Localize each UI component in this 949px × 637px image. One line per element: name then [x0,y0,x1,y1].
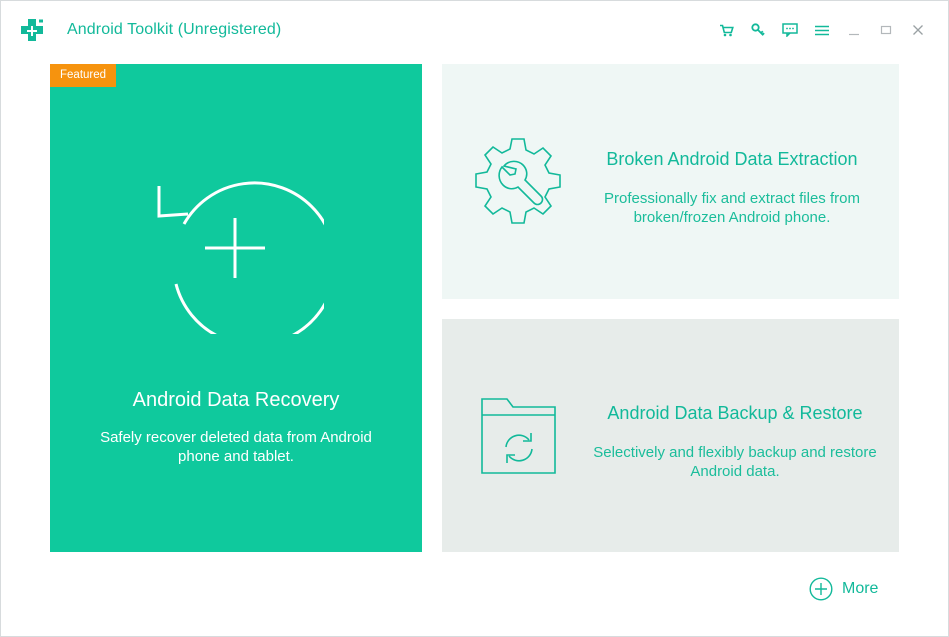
extraction-title: Broken Android Data Extraction [606,149,858,169]
maximize-icon [880,25,892,35]
folder-sync-icon [481,398,556,474]
more-label: More [842,580,879,597]
cart-button[interactable] [710,19,742,41]
close-button[interactable] [902,19,934,41]
feedback-button[interactable] [774,19,806,41]
key-icon [751,23,765,36]
data-backup-restore-card[interactable]: Android Data Backup & Restore Selectivel… [442,319,899,552]
android-data-recovery-card[interactable]: Featured Android Data Recovery Safely re… [50,64,422,552]
register-key-button[interactable] [742,19,774,41]
cart-icon [719,24,734,36]
menu-button[interactable] [806,19,838,41]
recovery-title: Android Data Recovery [132,389,340,411]
featured-badge: Featured [50,64,117,87]
backup-title: Android Data Backup & Restore [607,403,863,423]
recovery-description: Safely recover deleted data from Android… [100,429,372,465]
maximize-button[interactable] [870,19,902,41]
app-window: Android Toolkit (Unregistered) Featured … [0,0,949,637]
window-controls [710,19,934,41]
more-button[interactable]: More [809,577,878,601]
broken-data-extraction-card[interactable]: Broken Android Data Extraction Professio… [442,64,899,299]
app-title: Android Toolkit (Unregistered) [67,21,282,38]
medical-cross-logo-icon [21,19,43,41]
menu-icon [815,25,829,35]
close-icon [913,25,923,35]
minimize-button[interactable] [838,19,870,41]
restore-plus-icon [157,181,324,334]
plus-circle-icon [809,577,833,601]
title-bar[interactable]: Android Toolkit (Unregistered) [1,1,948,61]
backup-description: Selectively and flexibly backup and rest… [593,444,877,480]
feedback-icon [782,23,798,37]
gear-wrench-icon [475,138,561,224]
minimize-icon [849,33,859,36]
extraction-description: Professionally fix and extract files fro… [604,190,860,226]
